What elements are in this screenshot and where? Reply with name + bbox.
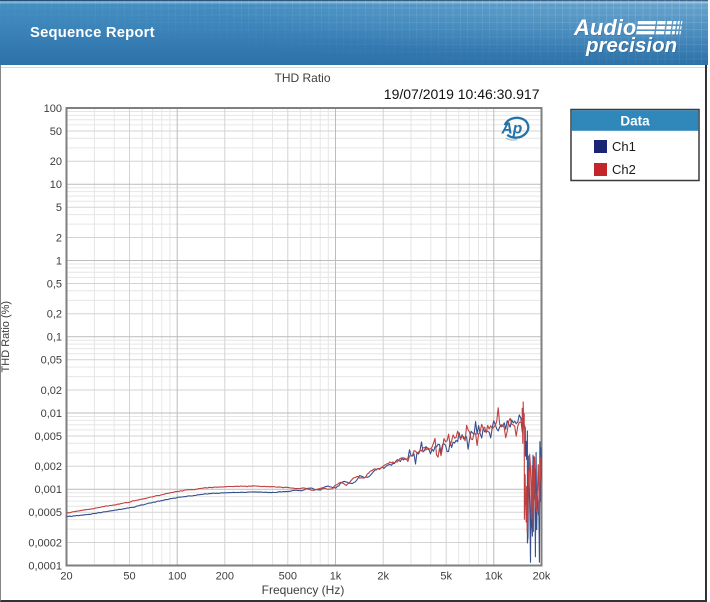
svg-text:precision: precision <box>585 34 677 56</box>
